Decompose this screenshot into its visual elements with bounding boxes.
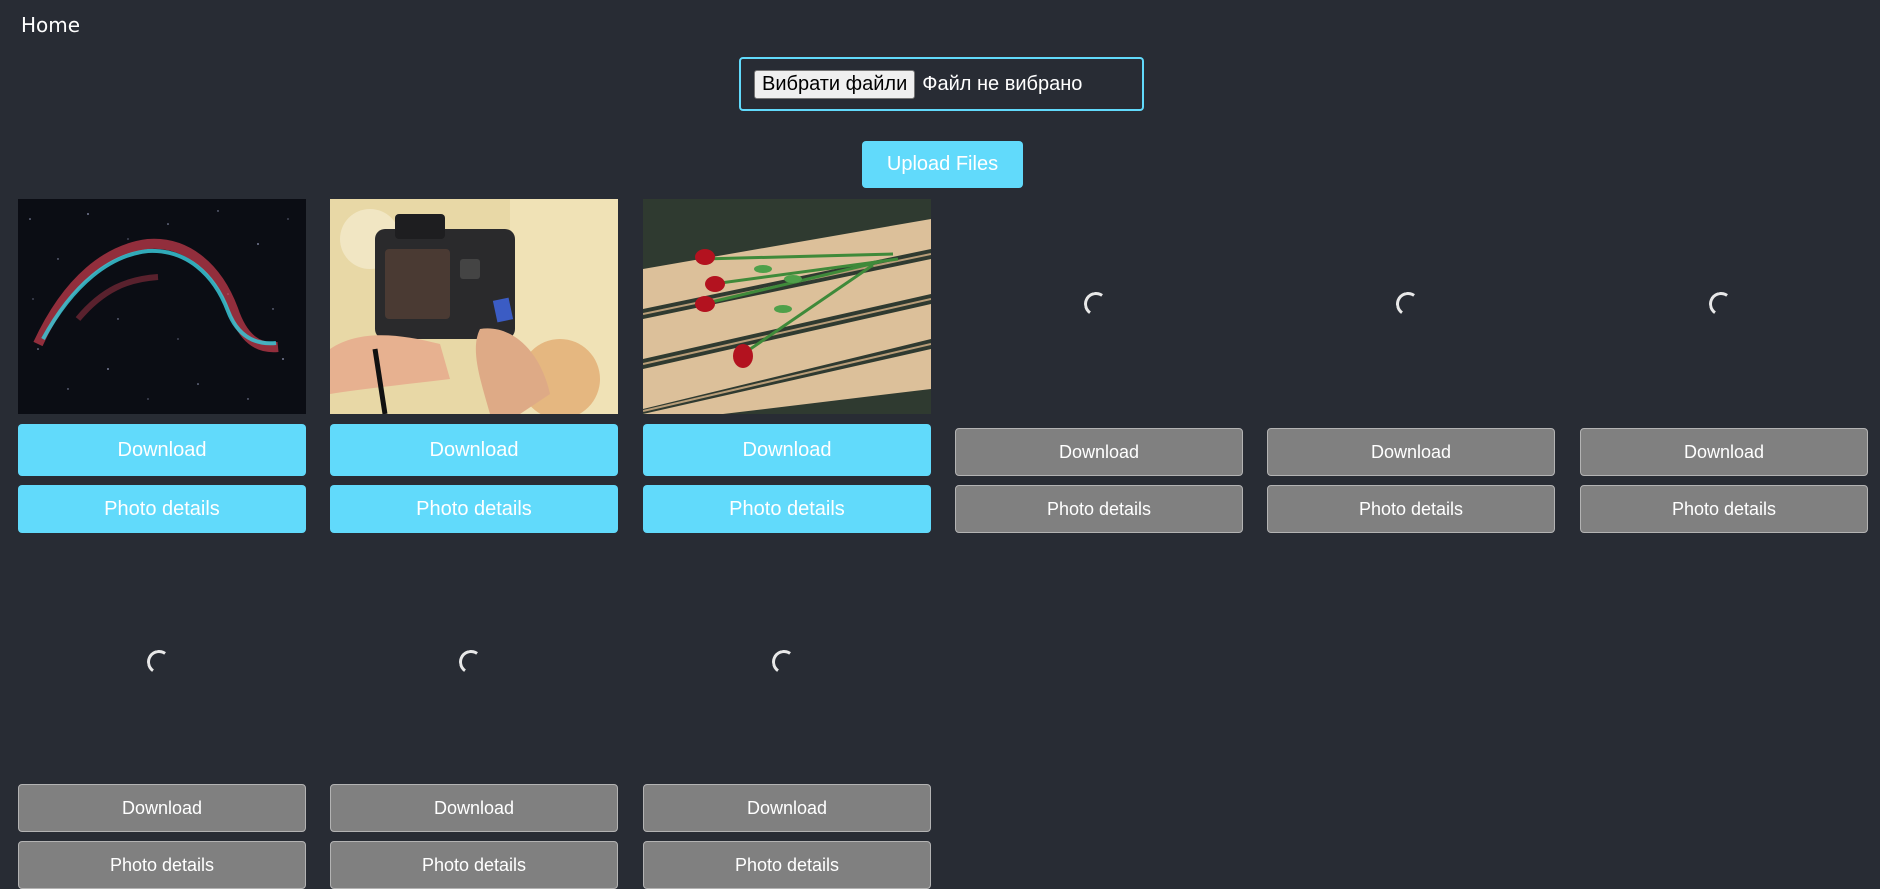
loading-spinner-icon (1394, 290, 1422, 318)
photo-thumbnail-camera (330, 199, 618, 414)
photo-details-button[interactable]: Photo details (1580, 485, 1868, 533)
download-button[interactable]: Download (1267, 428, 1555, 476)
download-button[interactable]: Download (1580, 428, 1868, 476)
photo-details-button[interactable]: Photo details (18, 485, 306, 533)
photo-thumbnail-nebula (18, 199, 306, 414)
loading-spinner-icon (1707, 290, 1735, 318)
photo-card: Download Photo details (643, 555, 931, 889)
photo-thumbnail-placeholder (955, 199, 1243, 414)
choose-files-button[interactable]: Вибрати файли (754, 69, 916, 99)
photo-card: Download Photo details (1267, 199, 1555, 533)
loading-spinner-icon (1082, 290, 1110, 318)
photo-thumbnail-placeholder (18, 555, 306, 770)
photo-card: Download Photo details (955, 199, 1243, 533)
upload-files-button[interactable]: Upload Files (862, 141, 1023, 188)
photo-card: Download Photo details (330, 555, 618, 889)
download-button[interactable]: Download (643, 784, 931, 832)
loading-spinner-icon (145, 648, 173, 676)
loading-spinner-icon (770, 648, 798, 676)
photo-thumbnail-placeholder (643, 555, 931, 770)
photo-thumbnail-placeholder (1267, 199, 1555, 414)
download-button[interactable]: Download (18, 784, 306, 832)
photo-details-button[interactable]: Photo details (330, 485, 618, 533)
loading-spinner-icon (457, 648, 485, 676)
photo-details-button[interactable]: Photo details (643, 841, 931, 889)
download-button[interactable]: Download (643, 424, 931, 476)
photo-card: Download Photo details (643, 199, 931, 533)
file-input[interactable]: Вибрати файли Файл не вибрано (739, 57, 1144, 111)
no-file-chosen-text: Файл не вибрано (922, 72, 1083, 95)
photo-thumbnail-placeholder (1580, 199, 1868, 414)
photo-thumbnail-placeholder (330, 555, 618, 770)
download-button[interactable]: Download (18, 424, 306, 476)
photo-details-button[interactable]: Photo details (955, 485, 1243, 533)
download-button[interactable]: Download (955, 428, 1243, 476)
photo-details-button[interactable]: Photo details (1267, 485, 1555, 533)
photo-details-button[interactable]: Photo details (330, 841, 618, 889)
photo-card: Download Photo details (330, 199, 618, 533)
photo-details-button[interactable]: Photo details (18, 841, 306, 889)
photo-card: Download Photo details (1580, 199, 1868, 533)
download-button[interactable]: Download (330, 784, 618, 832)
download-button[interactable]: Download (330, 424, 618, 476)
photo-thumbnail-roses (643, 199, 931, 414)
nav-home-link[interactable]: Home (21, 13, 80, 37)
photo-card: Download Photo details (18, 555, 306, 889)
photo-card: Download Photo details (18, 199, 306, 533)
photo-details-button[interactable]: Photo details (643, 485, 931, 533)
